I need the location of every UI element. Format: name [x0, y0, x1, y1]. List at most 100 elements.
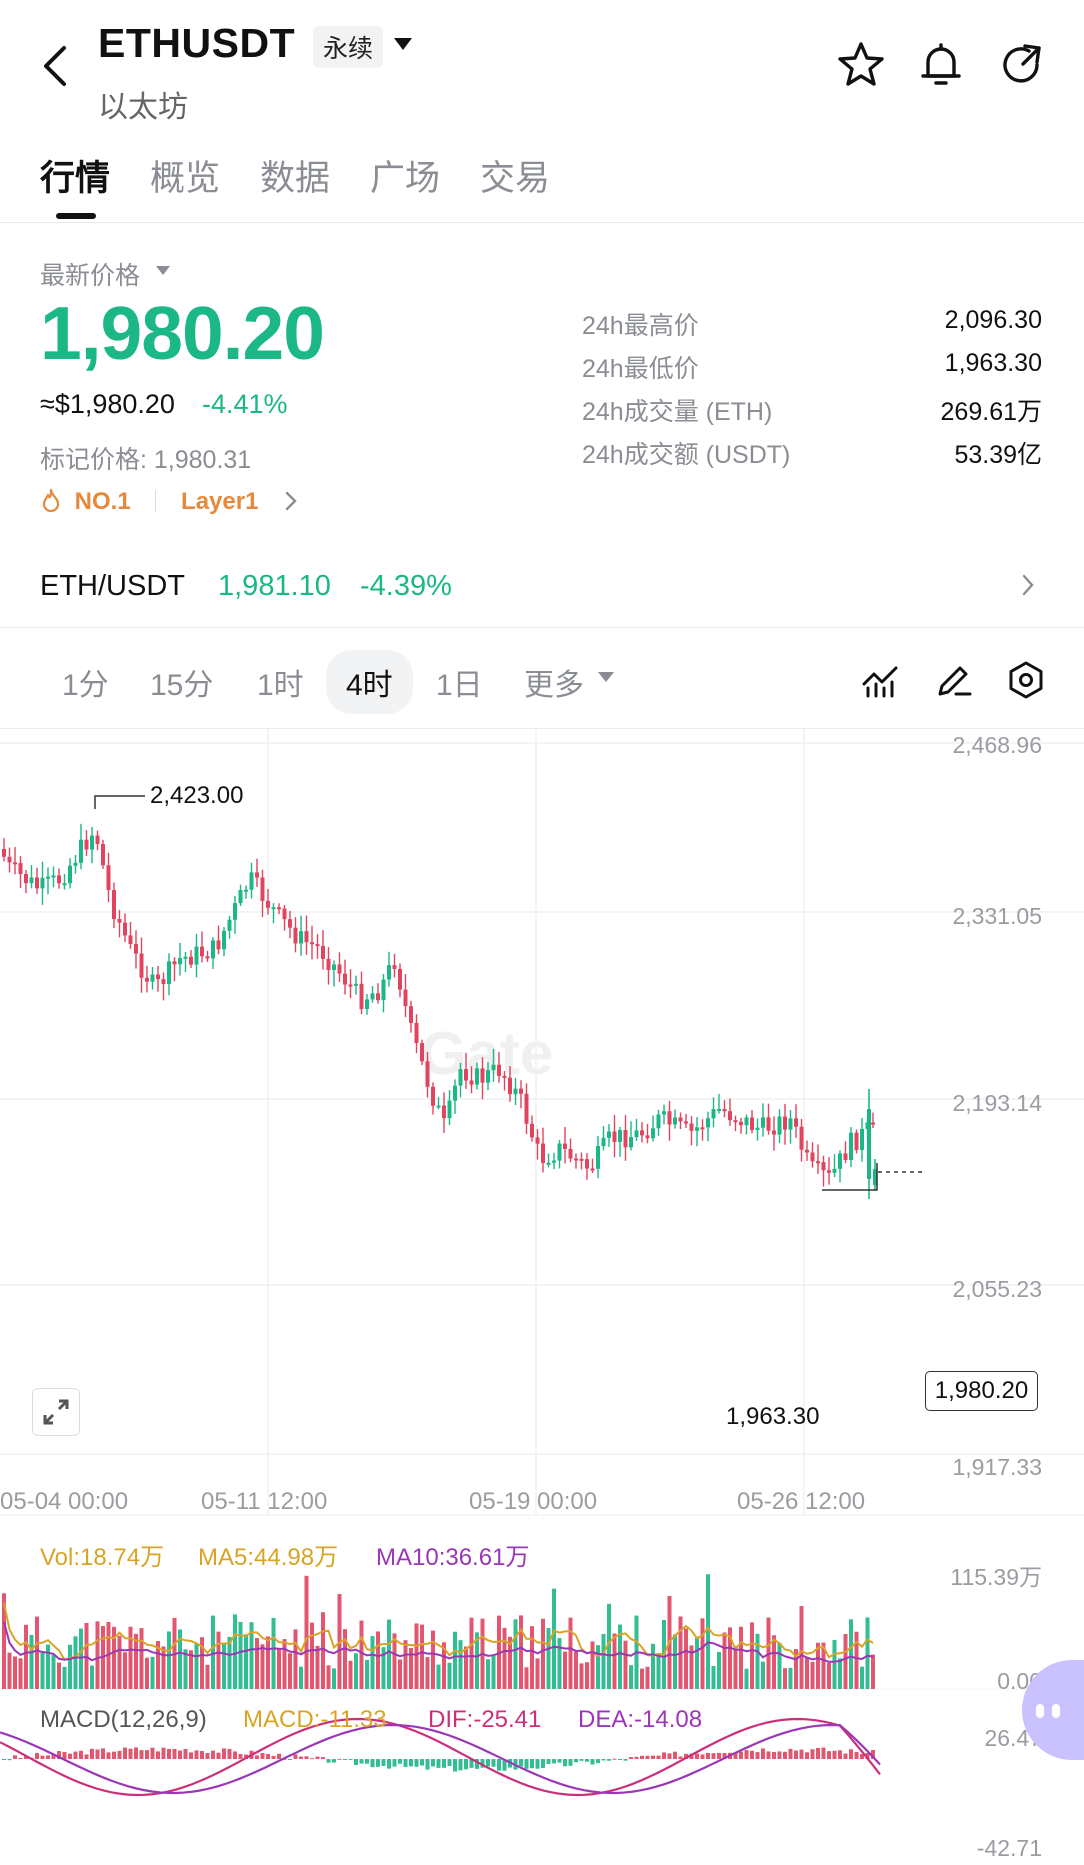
back-icon[interactable] — [40, 44, 70, 88]
tab-square[interactable]: 广场 — [370, 150, 440, 201]
volume-bar — [431, 1630, 435, 1689]
candle-body — [409, 1006, 413, 1023]
chevron-right-icon[interactable] — [1020, 572, 1036, 598]
low-label: 1,963.30 — [726, 1403, 820, 1430]
candle-body — [348, 984, 353, 987]
candle-body — [469, 1080, 474, 1085]
candle-body — [40, 877, 45, 889]
candle-body — [728, 1111, 732, 1121]
tab-market[interactable]: 行情 — [40, 150, 110, 201]
macd-histogram-bar — [200, 1751, 204, 1759]
candle-body — [502, 1075, 507, 1078]
macd-histogram-bar — [310, 1758, 314, 1760]
macd-histogram-bar — [101, 1748, 105, 1759]
volume-bar — [579, 1663, 584, 1689]
tab-data[interactable]: 数据 — [260, 150, 330, 201]
volume-bar — [161, 1646, 166, 1689]
last-price-label[interactable]: 最新价格 — [40, 256, 140, 292]
settings-icon[interactable] — [1004, 658, 1048, 702]
candle-body — [766, 1117, 771, 1131]
stat-label-high: 24h最高价 — [582, 312, 699, 340]
volume-bar — [695, 1637, 699, 1689]
candle-body — [755, 1127, 760, 1130]
draw-icon[interactable] — [932, 658, 976, 702]
indicator-icon[interactable] — [858, 658, 902, 702]
candle-body — [519, 1088, 523, 1094]
candle-body — [849, 1132, 853, 1160]
volume-bar — [315, 1645, 320, 1689]
candle-body — [249, 872, 254, 890]
mark-price: 标记价格: 1,980.31 — [40, 446, 252, 474]
rank-tag[interactable]: NO.1 — [75, 488, 131, 515]
volume-bar — [403, 1640, 408, 1689]
interval-4h[interactable]: 4时 — [326, 650, 413, 714]
volume-bar — [29, 1634, 34, 1689]
spot-pair[interactable]: ETH/USDT — [40, 570, 185, 603]
candle-body — [62, 883, 67, 886]
candle-body — [293, 927, 298, 944]
tag-row[interactable]: NO.1 Layer1 — [40, 488, 299, 516]
symbol-title[interactable]: ETHUSDT — [98, 20, 295, 67]
volume-bar — [590, 1641, 595, 1689]
candle-body — [546, 1162, 551, 1165]
macd-histogram-bar — [530, 1759, 534, 1769]
macd-histogram-bar — [211, 1750, 215, 1759]
volume-bar — [194, 1643, 199, 1689]
y-tick: 2,193.14 — [952, 1090, 1042, 1116]
volume-bar — [260, 1644, 265, 1689]
volume-bar — [227, 1636, 232, 1689]
macd-histogram-bar — [783, 1751, 787, 1759]
x-tick: 05-04 00:00 — [0, 1488, 129, 1515]
contract-type-badge[interactable]: 永续 — [313, 26, 384, 68]
volume-bar — [420, 1624, 424, 1689]
volume-bar — [486, 1659, 490, 1689]
candle-body — [51, 875, 56, 878]
candle-body — [860, 1128, 864, 1151]
macd-histogram-bar — [656, 1755, 661, 1759]
chevron-right-icon[interactable] — [283, 490, 299, 512]
candle-body — [744, 1117, 749, 1126]
bell-icon[interactable] — [916, 40, 966, 90]
chevron-down-icon[interactable] — [394, 38, 412, 50]
interval-1m[interactable]: 1分 — [62, 660, 109, 704]
volume-bar — [469, 1617, 474, 1689]
macd-histogram-bar — [73, 1751, 78, 1759]
macd-histogram-bar — [46, 1755, 50, 1759]
share-icon[interactable] — [997, 40, 1047, 90]
macd-histogram-bar — [640, 1755, 644, 1759]
candle-body — [871, 1122, 875, 1125]
volume-bar — [557, 1638, 562, 1689]
volume-bar — [574, 1651, 578, 1689]
caret-down-icon[interactable] — [156, 266, 170, 275]
macd-histogram-bar — [95, 1749, 100, 1759]
macd-histogram-bar — [321, 1757, 325, 1759]
candle-body — [761, 1117, 765, 1128]
volume-bar — [513, 1619, 518, 1689]
tab-trade[interactable]: 交易 — [480, 150, 550, 201]
kline-chart[interactable]: Gate — [0, 729, 1084, 1865]
candle-body — [640, 1130, 644, 1136]
volume-bar — [656, 1654, 661, 1689]
interval-1h[interactable]: 1时 — [257, 660, 304, 704]
volume-bar — [255, 1637, 259, 1689]
macd-histogram-bar — [167, 1749, 171, 1759]
volume-bar — [343, 1629, 347, 1689]
candle-body — [596, 1146, 600, 1169]
interval-more[interactable]: 更多 — [524, 660, 584, 704]
macd-histogram-bar — [332, 1759, 336, 1763]
volume-bar — [673, 1634, 677, 1689]
category-tag[interactable]: Layer1 — [181, 488, 258, 515]
fullscreen-button[interactable] — [32, 1388, 80, 1436]
candle-body — [574, 1158, 578, 1161]
divider — [0, 222, 1084, 223]
candle-body — [717, 1108, 721, 1111]
caret-down-icon[interactable] — [598, 672, 614, 682]
volume-bar — [167, 1631, 171, 1689]
macd-histogram-bar — [799, 1749, 804, 1759]
interval-15m[interactable]: 15分 — [150, 660, 213, 704]
volume-bar — [447, 1662, 452, 1689]
tab-overview[interactable]: 概览 — [150, 150, 220, 201]
star-icon[interactable] — [836, 40, 886, 90]
interval-1d[interactable]: 1日 — [436, 660, 483, 704]
y-tick: 2,468.96 — [952, 732, 1042, 758]
